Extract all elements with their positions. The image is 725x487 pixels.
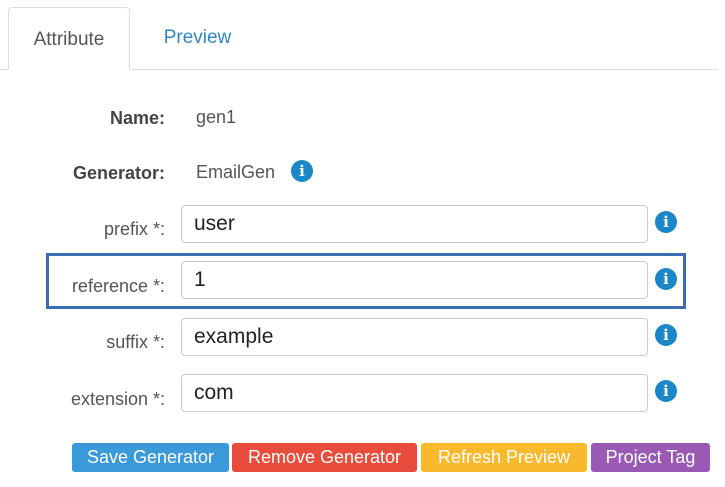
save-generator-button[interactable]: Save Generator bbox=[72, 443, 229, 472]
reference-label: reference *: bbox=[71, 276, 165, 296]
tab-attribute[interactable]: Attribute bbox=[8, 7, 130, 70]
prefix-label: prefix *: bbox=[103, 219, 165, 239]
suffix-label: suffix *: bbox=[106, 332, 165, 352]
extension-info-icon[interactable]: i bbox=[655, 380, 677, 402]
prefix-info-icon[interactable]: i bbox=[655, 211, 677, 233]
project-tag-button[interactable]: Project Tag bbox=[591, 443, 710, 472]
generator-value: EmailGen bbox=[196, 162, 276, 182]
extension-input[interactable]: com bbox=[181, 374, 648, 412]
name-value: gen1 bbox=[196, 107, 237, 127]
reference-info-icon[interactable]: i bbox=[655, 268, 677, 290]
suffix-info-icon[interactable]: i bbox=[655, 324, 677, 346]
generator-info-icon[interactable]: i bbox=[291, 160, 313, 182]
remove-generator-button[interactable]: Remove Generator bbox=[232, 443, 417, 472]
refresh-preview-button[interactable]: Refresh Preview bbox=[421, 443, 587, 472]
suffix-input[interactable]: example bbox=[181, 318, 648, 356]
generator-label: Generator: bbox=[72, 163, 165, 183]
generator-editor: Attribute Preview Name: gen1 Generator: … bbox=[0, 0, 725, 487]
tab-bar: Attribute Preview bbox=[0, 0, 725, 70]
extension-label: extension *: bbox=[70, 389, 165, 409]
name-label: Name: bbox=[109, 108, 165, 128]
tab-preview[interactable]: Preview bbox=[140, 7, 255, 69]
reference-input[interactable]: 1 bbox=[181, 261, 648, 299]
prefix-input[interactable]: user bbox=[181, 205, 648, 243]
